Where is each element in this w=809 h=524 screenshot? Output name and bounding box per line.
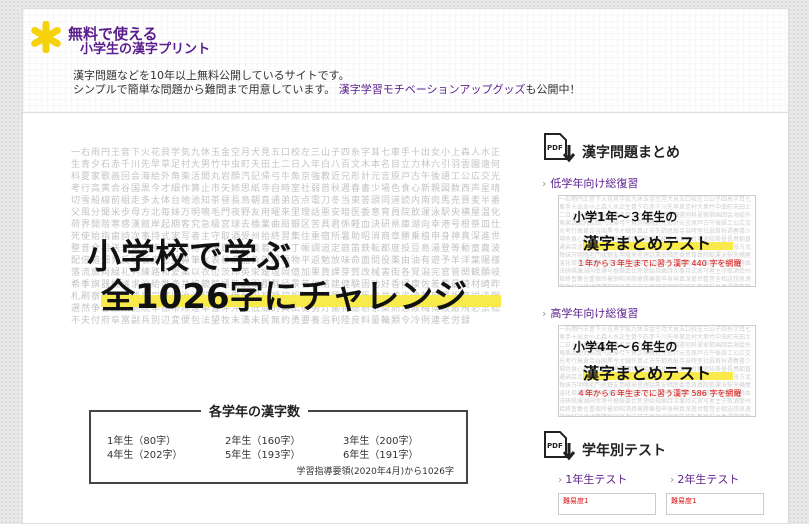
sidebar: PDF 漢字問題まとめ 低学年向け総復習 一右雨円王音下火花貝学気九休玉金空月犬…	[542, 133, 782, 515]
grade2-test-thumbnail[interactable]: 難易度1	[666, 493, 764, 515]
asterisk-logo-icon[interactable]	[30, 21, 62, 53]
grade1-count: 1年生（80字）	[107, 436, 177, 447]
high-grade-summary-card[interactable]: 一右雨円王音下火花貝学気九休玉金空月犬見五口校左三山子四糸字耳七車手十出女小上森…	[558, 325, 756, 417]
grade4-count: 4年生（202字）	[107, 450, 183, 461]
grade1-test-thumbnail[interactable]: 難易度1	[558, 493, 656, 515]
low-card-line1: 小学1年〜３年生の	[573, 210, 678, 224]
grade6-count: 6年生（191字）	[343, 450, 419, 461]
low-grade-review-link[interactable]: 低学年向け総復習	[542, 175, 782, 191]
difficulty-label: 難易度1	[671, 497, 697, 505]
pdf-download-icon: PDF	[544, 133, 576, 163]
grade1-test-link[interactable]: 1年生テスト	[558, 471, 627, 487]
difficulty-label: 難易度1	[563, 497, 589, 505]
summary-section-header: PDF 漢字問題まとめ	[542, 133, 782, 167]
kanji-counts-title: 各学年の漢字数	[201, 401, 309, 420]
hero-fade	[71, 327, 503, 387]
pdf-label: PDF	[547, 442, 563, 450]
kanji-counts-box: 各学年の漢字数 1年生（80字） 2年生（160字） 3年生（200字） 4年生…	[89, 401, 468, 484]
high-grade-review-link[interactable]: 高学年向け総復習	[542, 305, 782, 321]
desc-line1: 漢字問題などを10年以上無料公開しているサイトです。	[73, 69, 350, 82]
pdf-label: PDF	[547, 144, 563, 152]
desc-line2: シンプルで簡単な問題から難問まで用意しています。 漢字学習モチベーションアップグ…	[73, 83, 581, 97]
low-card-line2: 漢字まとめテスト	[583, 234, 712, 253]
low-grade-summary-card[interactable]: 一右雨円王音下火花貝学気九休玉金空月犬見五口校左三山子四糸字耳七車手十出女小上森…	[558, 195, 756, 287]
site-description: 漢字問題などを10年以上無料公開しているサイトです。 シンプルで簡単な問題から難…	[73, 69, 581, 97]
main-content: 一右雨円王音下火花貝学気九休玉金空月犬見五口校左三山子四糸字耳七車手十出女小上森…	[22, 112, 789, 524]
site-header: 無料で使える 小学生の漢字プリント 漢字問題などを10年以上無料公開しているサイ…	[22, 8, 789, 113]
summary-section-title: 漢字問題まとめ	[582, 145, 680, 161]
desc-text-end: も公開中！	[525, 83, 581, 96]
grade2-test-link[interactable]: 2年生テスト	[670, 471, 739, 487]
grade-test-thumbnails: 難易度1 難易度1	[542, 493, 782, 515]
grade5-count: 5年生（193字）	[225, 450, 301, 461]
grade-section-header: PDF 学年別テスト	[542, 431, 782, 465]
pdf-download-icon: PDF	[544, 431, 576, 461]
grade3-count: 3年生（200字）	[343, 436, 419, 447]
hero-banner[interactable]: 一右雨円王音下火花貝学気九休玉金空月犬見五口校左三山子四糸字耳七車手十出女小上森…	[71, 147, 503, 387]
grade-section-title: 学年別テスト	[582, 443, 666, 459]
site-title[interactable]: 無料で使える 小学生の漢字プリント	[68, 26, 210, 58]
kanji-counts-note: 学習指導要領(2020年4月)から1026字	[296, 467, 454, 477]
motivation-goods-link[interactable]: 漢字学習モチベーションアップグッズ	[339, 83, 526, 96]
high-card-line2: 漢字まとめテスト	[583, 364, 712, 383]
grade-links: 1年生テスト 2年生テスト	[542, 471, 782, 493]
high-card-line3: ４年から６年生までに習う漢字 586 字を網羅	[577, 389, 742, 398]
site-title-line1: 無料で使える	[68, 25, 158, 43]
desc-text: シンプルで簡単な問題から難問まで用意しています。	[73, 83, 336, 96]
site-title-line2: 小学生の漢字プリント	[80, 42, 211, 57]
hero-heading-line2: 全1026字にチャレンジ	[101, 277, 468, 317]
high-card-line1: 小学4年〜６年生の	[573, 340, 678, 354]
low-card-line3: １年から３年生までに習う漢字 440 字を網羅	[577, 259, 742, 268]
grade2-count: 2年生（160字）	[225, 436, 301, 447]
